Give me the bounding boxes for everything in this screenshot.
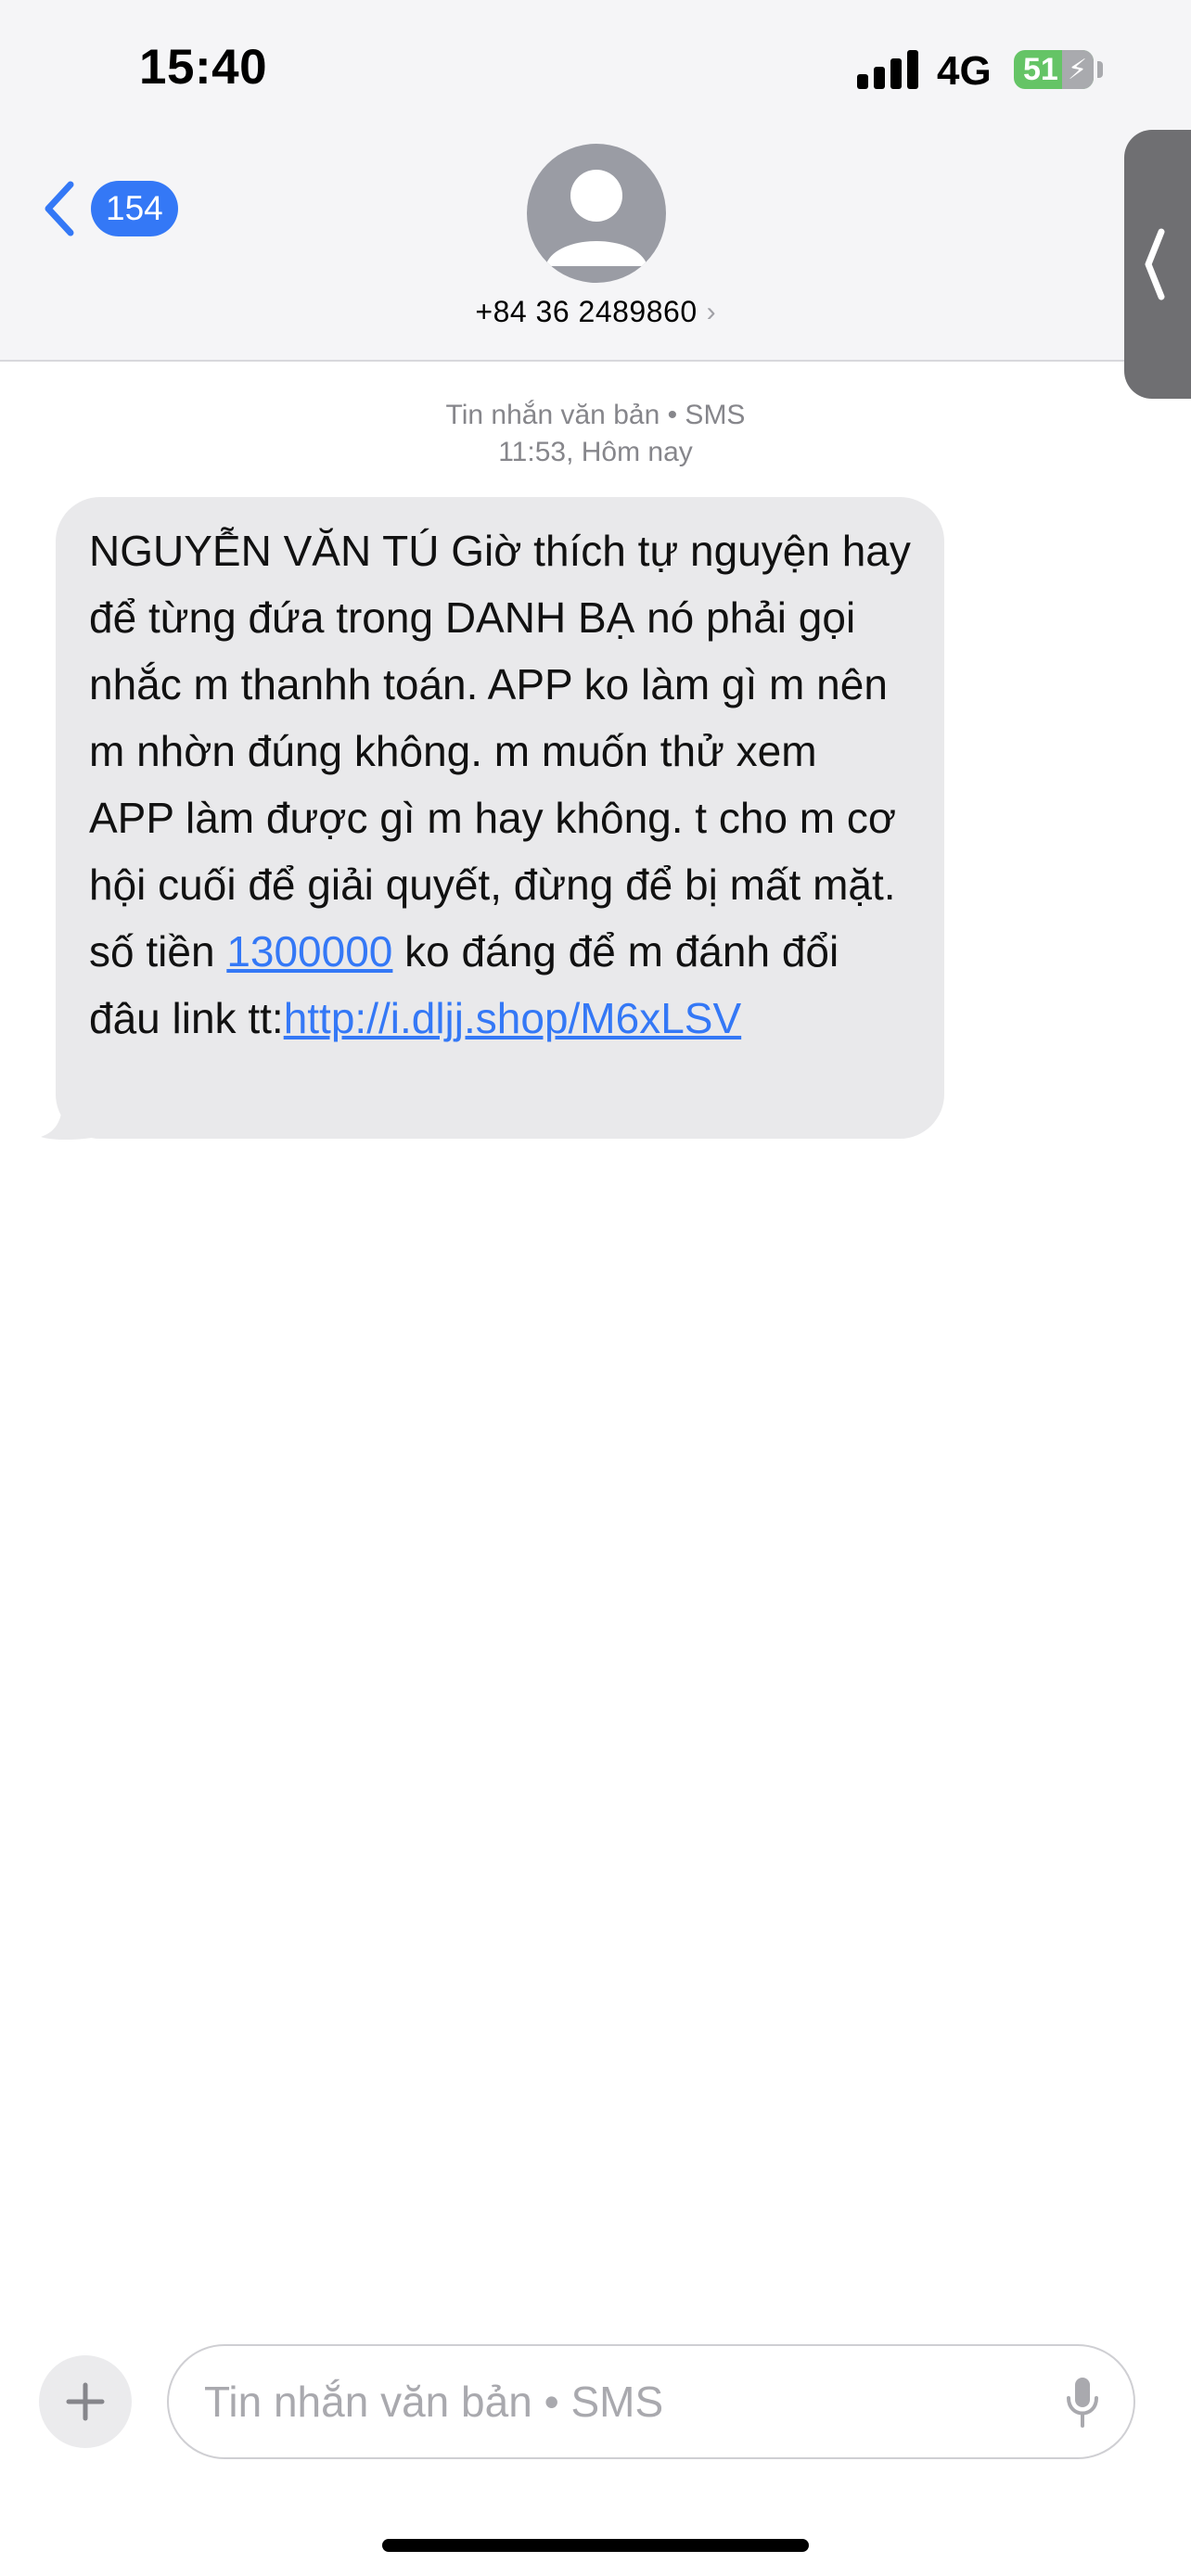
message-bubble[interactable]: NGUYỄN VĂN TÚ Giờ thích tự nguyện hay để… [56, 497, 944, 1139]
back-button[interactable]: 154 [41, 176, 178, 241]
unread-count-badge: 154 [91, 181, 178, 236]
battery-tip [1097, 61, 1103, 78]
message-meta: Tin nhắn văn bản • SMS 11:53, Hôm nay [0, 397, 1191, 471]
url-link[interactable]: http://i.dljj.shop/M6xLSV [284, 994, 741, 1042]
cellular-signal-icon [857, 50, 918, 89]
contact-info-button[interactable]: +84 36 2489860 › [0, 295, 1191, 329]
message-timestamp: 11:53, Hôm nay [498, 437, 693, 467]
microphone-icon[interactable] [1065, 2376, 1100, 2429]
conversation-header: 15:40 4G 51 ⚡ 154 +84 36 2489860 › [0, 0, 1191, 362]
plus-icon [66, 2382, 105, 2421]
network-type: 4G [937, 48, 992, 94]
battery-icon: 51 ⚡ [1014, 50, 1094, 89]
status-bar: 15:40 4G 51 ⚡ [0, 0, 1191, 139]
contact-avatar[interactable] [527, 144, 666, 283]
battery-percent: 51 [1023, 51, 1058, 87]
messages-screen: 15:40 4G 51 ⚡ 154 +84 36 2489860 › Tin n… [0, 0, 1191, 2576]
amount-link[interactable]: 1300000 [226, 927, 392, 976]
add-attachment-button[interactable] [39, 2355, 132, 2448]
person-silhouette-icon [545, 170, 647, 266]
chevron-left-icon [45, 181, 74, 236]
message-input[interactable]: Tin nhắn văn bản • SMS [167, 2344, 1135, 2459]
chevron-right-icon: › [706, 296, 716, 327]
chevron-left-icon [1145, 228, 1165, 300]
side-panel-handle[interactable] [1124, 130, 1191, 399]
message-text: NGUYỄN VĂN TÚ Giờ thích tự nguyện hay để… [89, 527, 911, 976]
message-type-label: Tin nhắn văn bản • SMS [445, 400, 746, 430]
input-placeholder: Tin nhắn văn bản • SMS [204, 2378, 664, 2426]
home-indicator[interactable] [382, 2539, 809, 2552]
contact-number: +84 36 2489860 [475, 295, 698, 328]
status-time: 15:40 [139, 40, 268, 95]
charging-bolt-icon: ⚡ [1068, 55, 1088, 85]
